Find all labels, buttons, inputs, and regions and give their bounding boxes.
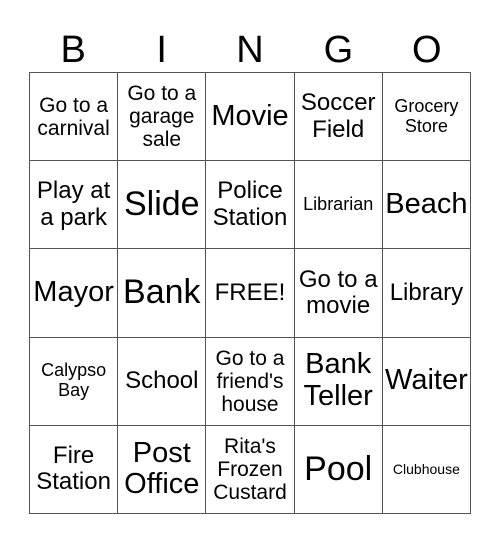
bingo-cell[interactable]: Post Office — [118, 425, 207, 514]
bingo-cell[interactable]: Go to a carnival — [30, 73, 119, 162]
bingo-cell[interactable]: Mayor — [30, 249, 119, 338]
bingo-cell[interactable]: Grocery Store — [382, 73, 471, 162]
bingo-cell[interactable]: Fire Station — [30, 425, 119, 514]
bingo-card-grid: Go to a carnival Go to a garage sale Movie… — [29, 72, 471, 514]
bingo-header: B I N G O — [29, 28, 471, 72]
bingo-cell[interactable]: Librarian — [294, 161, 383, 250]
bingo-cell[interactable]: Bank — [118, 249, 207, 338]
bingo-cell[interactable]: Clubhouse — [382, 425, 471, 514]
bingo-cell[interactable]: Play at a park — [30, 161, 119, 250]
bingo-cell[interactable]: FREE! — [206, 249, 295, 338]
bingo-cell[interactable]: Go to a movie — [294, 249, 383, 338]
bingo-cell[interactable]: Pool — [294, 425, 383, 514]
header-letter-i: I — [156, 29, 167, 71]
bingo-cell[interactable]: Rita's Frozen Custard — [206, 425, 295, 514]
bingo-cell[interactable]: Beach — [382, 161, 471, 250]
bingo-cell[interactable]: Waiter — [382, 337, 471, 426]
header-letter-n: N — [236, 29, 264, 71]
bingo-cell[interactable]: School — [118, 337, 207, 426]
header-letter-g: G — [323, 29, 354, 71]
bingo-cell[interactable]: Go to a garage sale — [118, 73, 207, 162]
bingo-cell[interactable]: Go to a friend's house — [206, 337, 295, 426]
bingo-cell[interactable]: Soccer Field — [294, 73, 383, 162]
bingo-cell[interactable]: Movie — [206, 73, 295, 162]
bingo-cell[interactable]: Police Station — [206, 161, 295, 250]
header-letter-o: O — [412, 29, 442, 71]
header-letter-b: B — [60, 29, 86, 71]
bingo-cell[interactable]: Bank Teller — [294, 337, 383, 426]
bingo-cell[interactable]: Library — [382, 249, 471, 338]
bingo-cell[interactable]: Calypso Bay — [30, 337, 119, 426]
bingo-cell[interactable]: Slide — [118, 161, 207, 250]
